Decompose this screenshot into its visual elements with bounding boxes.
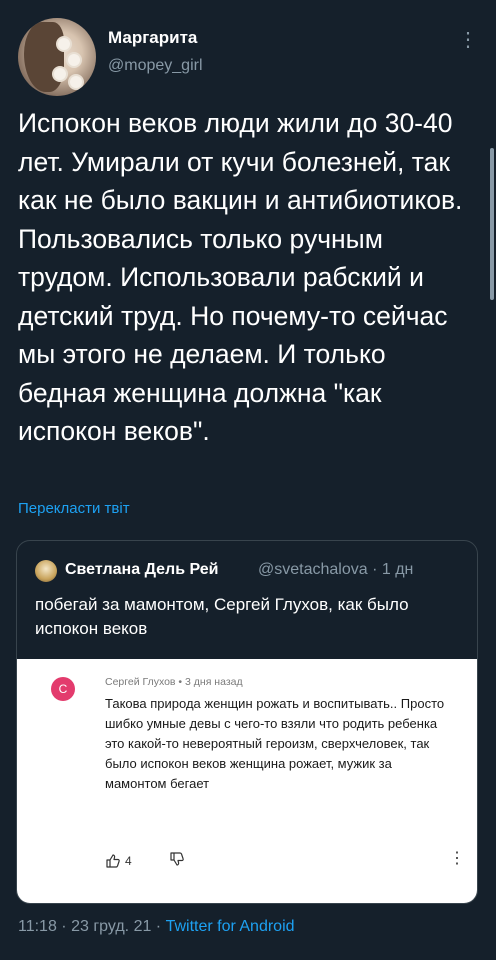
author-avatar[interactable] [18,18,96,96]
quoted-author-name: Светлана Дель Рей [65,561,219,578]
commenter-avatar: С [51,677,75,701]
author-handle[interactable]: @mopey_girl [108,57,203,75]
quoted-tweet-card[interactable]: Светлана Дель Рей @svetachalova · 1 дн п… [16,540,478,904]
comment-screenshot: С Сергей Глухов • 3 дня назад Такова при… [17,659,477,903]
quoted-author-handle-time: @svetachalova · 1 дн [258,561,414,578]
tweet-text: Испокон веков люди жили до 30-40 лет. Ум… [18,108,463,446]
thumbs-down-icon [170,852,184,866]
thumbs-up-icon [106,854,120,868]
scrollbar[interactable] [490,148,494,300]
timestamp-text: 11:18 · 23 груд. 21 · [18,918,166,935]
tweet-timestamp: 11:18 · 23 груд. 21 · Twitter for Androi… [18,918,295,936]
translate-tweet-link[interactable]: Перекласти твіт [18,500,130,517]
quoted-author-avatar [35,560,57,582]
comment-text: Такова природа женщин рожать и воспитыва… [105,696,445,791]
source-link[interactable]: Twitter for Android [166,918,295,935]
comment-like-count: 4 [125,854,132,868]
author-name[interactable]: Маргарита [108,28,197,48]
comment-meta: Сергей Глухов • 3 дня назад [105,676,243,688]
more-options-icon[interactable]: ⋮ [458,28,478,52]
quoted-tweet-text: побегай за мамонтом, Сергей Глухов, как … [35,595,409,638]
comment-more-icon: ⋮ [449,850,465,867]
